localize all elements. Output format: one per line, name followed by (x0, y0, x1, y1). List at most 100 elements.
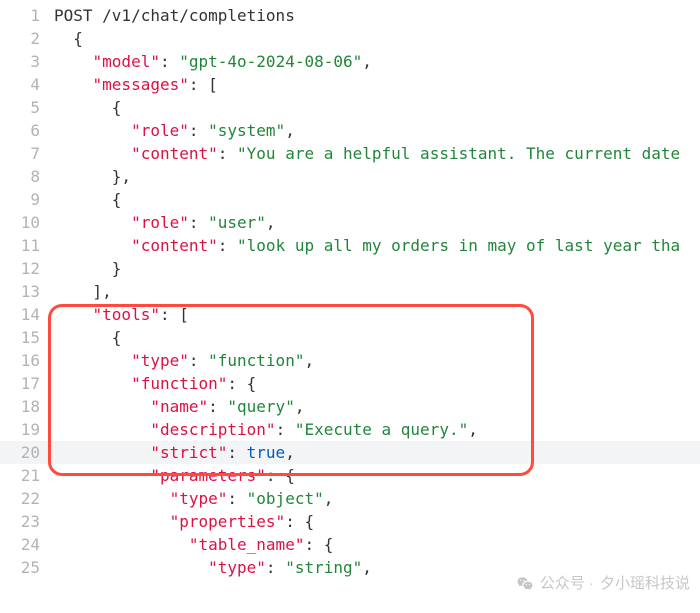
token-str: "You are a helpful assistant. The curren… (237, 144, 680, 163)
code-line: 10 "role": "user", (0, 211, 700, 234)
code-line: 16 "type": "function", (0, 349, 700, 372)
code-content: { (54, 326, 700, 349)
token-str: "Execute a query." (295, 420, 468, 439)
token-txt (54, 397, 150, 416)
token-txt (54, 213, 131, 232)
token-pun: : { (304, 535, 333, 554)
code-line: 24 "table_name": { (0, 533, 700, 556)
token-pun: : [ (160, 305, 189, 324)
line-number: 18 (0, 395, 54, 418)
code-line: 1POST /v1/chat/completions (0, 4, 700, 27)
code-content: "type": "string", (54, 556, 700, 579)
token-pun: : { (227, 374, 256, 393)
line-number: 11 (0, 234, 54, 257)
token-pun: { (112, 328, 122, 347)
token-txt (54, 52, 93, 71)
token-txt (54, 75, 93, 94)
code-content: ], (54, 280, 700, 303)
line-number: 16 (0, 349, 54, 372)
token-str: "gpt-4o-2024-08-06" (179, 52, 362, 71)
token-pun: : [ (189, 75, 218, 94)
token-txt (54, 328, 112, 347)
code-content: "role": "user", (54, 211, 700, 234)
line-number: 8 (0, 165, 54, 188)
code-content: "strict": true, (54, 441, 700, 464)
code-line: 7 "content": "You are a helpful assistan… (0, 142, 700, 165)
line-number: 10 (0, 211, 54, 234)
token-pun: }, (112, 167, 131, 186)
token-txt (54, 489, 170, 508)
token-kw: true (247, 443, 286, 462)
code-line: 12 } (0, 257, 700, 280)
token-key: "tools" (93, 305, 160, 324)
token-txt (54, 374, 131, 393)
token-pun: : (160, 52, 179, 71)
code-content: "type": "object", (54, 487, 700, 510)
code-content: "role": "system", (54, 119, 700, 142)
token-txt (54, 29, 73, 48)
token-key: "name" (150, 397, 208, 416)
token-txt (54, 167, 112, 186)
code-content: "tools": [ (54, 303, 700, 326)
token-pun: , (295, 397, 305, 416)
line-number: 9 (0, 188, 54, 211)
line-number: 23 (0, 510, 54, 533)
token-pun: { (112, 98, 122, 117)
token-txt (54, 558, 208, 577)
code-line: 8 }, (0, 165, 700, 188)
code-content: "table_name": { (54, 533, 700, 556)
token-txt (54, 305, 93, 324)
code-content: "type": "function", (54, 349, 700, 372)
line-number: 22 (0, 487, 54, 510)
code-content: "description": "Execute a query.", (54, 418, 700, 441)
token-pun: : (189, 351, 208, 370)
code-line: 11 "content": "look up all my orders in … (0, 234, 700, 257)
line-number: 12 (0, 257, 54, 280)
code-content: "model": "gpt-4o-2024-08-06", (54, 50, 700, 73)
token-str: "object" (247, 489, 324, 508)
token-pun: , (324, 489, 334, 508)
line-number: 17 (0, 372, 54, 395)
code-content: "content": "You are a helpful assistant.… (54, 142, 700, 165)
code-line: 9 { (0, 188, 700, 211)
code-content: }, (54, 165, 700, 188)
code-line: 4 "messages": [ (0, 73, 700, 96)
token-pun: , (362, 52, 372, 71)
line-number: 20 (0, 441, 54, 464)
code-line: 21 "parameters": { (0, 464, 700, 487)
code-content: } (54, 257, 700, 280)
token-pun: , (304, 351, 314, 370)
line-number: 24 (0, 533, 54, 556)
code-line: 3 "model": "gpt-4o-2024-08-06", (0, 50, 700, 73)
token-txt: POST /v1/chat/completions (54, 6, 295, 25)
token-str: "look up all my orders in may of last ye… (237, 236, 680, 255)
token-pun: : (227, 489, 246, 508)
code-editor: 1POST /v1/chat/completions2 {3 "model": … (0, 0, 700, 579)
line-number: 25 (0, 556, 54, 579)
token-pun: { (73, 29, 83, 48)
code-line: 25 "type": "string", (0, 556, 700, 579)
code-line: 18 "name": "query", (0, 395, 700, 418)
token-txt (54, 443, 150, 462)
token-key: "content" (131, 144, 218, 163)
token-key: "messages" (93, 75, 189, 94)
token-pun: : (227, 443, 246, 462)
token-pun: : { (266, 466, 295, 485)
code-line: 6 "role": "system", (0, 119, 700, 142)
token-txt (54, 98, 112, 117)
line-number: 4 (0, 73, 54, 96)
token-pun: : (276, 420, 295, 439)
code-content: "name": "query", (54, 395, 700, 418)
code-content: POST /v1/chat/completions (54, 4, 700, 27)
token-txt (54, 236, 131, 255)
token-str: "query" (227, 397, 294, 416)
line-number: 13 (0, 280, 54, 303)
token-str: "function" (208, 351, 304, 370)
code-line: 5 { (0, 96, 700, 119)
code-content: { (54, 188, 700, 211)
line-number: 1 (0, 4, 54, 27)
token-key: "role" (131, 121, 189, 140)
code-line: 19 "description": "Execute a query.", (0, 418, 700, 441)
token-key: "model" (93, 52, 160, 71)
token-txt (54, 259, 112, 278)
